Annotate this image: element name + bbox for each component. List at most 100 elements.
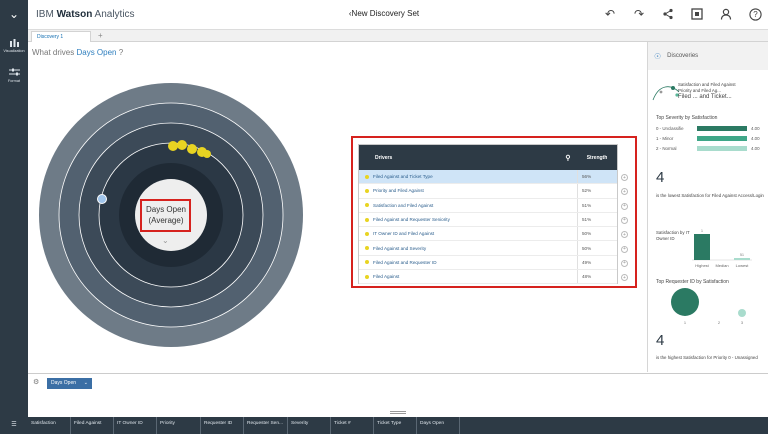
bar-label: 2 - Normal	[656, 146, 677, 151]
help-icon[interactable]: ?	[748, 7, 762, 21]
severity-bar-row[interactable]: 0 - Unclassifie 4.00	[656, 126, 760, 131]
bar-value: 4.00	[751, 126, 760, 131]
severity-card-title[interactable]: Top Severity by Satisfaction	[656, 115, 717, 121]
driver-name[interactable]: Filed Against and Severity	[373, 246, 577, 251]
left-sidebar: Visualization Format	[0, 30, 28, 434]
app-window: ⌄ IBM Watson Analytics ‹New Discovery Se…	[0, 0, 768, 434]
add-driver-button[interactable]: +	[621, 202, 628, 210]
driver-dot-icon	[365, 217, 369, 222]
column-item[interactable]: IT Owner ID	[114, 417, 157, 434]
bar-chart-icon	[9, 38, 19, 47]
table-row[interactable]: Filed Against and Requester ID 49%	[359, 255, 617, 271]
driver-name[interactable]: Filed Against and Requester ID	[373, 260, 577, 265]
column-item[interactable]: Days Open	[417, 417, 460, 434]
share-icon[interactable]	[661, 7, 675, 21]
user-icon[interactable]	[719, 7, 733, 21]
bar-value: 4.00	[751, 146, 760, 151]
question-prefix: What drives	[32, 48, 75, 57]
add-tab-button[interactable]: +	[98, 31, 103, 41]
bar-label: 1 - Minor	[656, 136, 674, 141]
discoveries-title: Discoveries	[667, 53, 699, 59]
tick-2: 2	[718, 321, 720, 325]
gear-icon[interactable]: ⚙	[33, 378, 39, 386]
highlight-center-box	[140, 199, 191, 232]
add-driver-button[interactable]: +	[621, 259, 628, 267]
column-item[interactable]: Filed Against	[71, 417, 114, 434]
table-row[interactable]: Filed Against and Ticket Type 56%	[359, 170, 617, 185]
driver-question: What drives Days Open ?	[32, 48, 123, 57]
table-row[interactable]: Filed Against and Requester Seniority 51%	[359, 212, 617, 228]
drivers-column-header[interactable]: Drivers	[359, 155, 559, 161]
driver-strength: 49%	[577, 255, 617, 270]
mini-network-chart[interactable]	[651, 80, 681, 102]
strength-column-header[interactable]: Strength	[577, 155, 617, 161]
add-driver-button[interactable]: +	[621, 245, 628, 253]
driver-node[interactable]	[203, 150, 211, 158]
table-row[interactable]: Satisfaction and Filed Against 51%	[359, 198, 617, 213]
column-pill[interactable]: Days Open ⌄	[47, 378, 92, 389]
table-row[interactable]: IT Owner ID and Filed Against 50%	[359, 227, 617, 242]
drivers-table-header: Drivers ⚲ Strength	[359, 145, 617, 170]
add-driver-button[interactable]: +	[621, 216, 628, 224]
add-driver-button[interactable]: +	[621, 231, 628, 239]
stat1-text: is the lowest Satisfaction for Filed Aga…	[656, 193, 764, 198]
question-help[interactable]: ?	[119, 48, 123, 57]
severity-bar-row[interactable]: 1 - Minor 4.00	[656, 136, 760, 141]
add-driver-button[interactable]: +	[621, 174, 628, 181]
driver-name[interactable]: Satisfaction and Filed Against	[373, 203, 577, 208]
lightbulb-icon: ☉	[654, 51, 662, 61]
sidebar-item-format[interactable]: Format	[0, 60, 28, 90]
column-item[interactable]: Requester ID	[201, 417, 244, 434]
mini-title-3: Filed ... and Ticket...	[678, 94, 732, 100]
driver-node[interactable]	[168, 141, 178, 151]
column-bar: ☰ Satisfaction Filed Against IT Owner ID Pr…	[0, 417, 768, 434]
driver-node[interactable]	[187, 144, 197, 154]
driver-name[interactable]: Priority and Filed Against	[373, 188, 577, 193]
column-item[interactable]: Priority	[157, 417, 201, 434]
driver-name[interactable]: Filed Against and Ticket Type	[373, 174, 577, 179]
svg-text:?: ?	[753, 10, 758, 19]
highlight-drivers-panel: Drivers ⚲ Strength Filed Against and Tic…	[351, 136, 637, 288]
satisfaction-owner-chart[interactable]: 1 51 Highest Median Lowest	[692, 225, 752, 269]
table-row[interactable]: Filed Against 48%	[359, 270, 617, 285]
chevron-down-icon[interactable]: ⌄	[84, 380, 88, 386]
bar-label: 0 - Unclassifie	[656, 126, 684, 131]
driver-strength: 50%	[577, 227, 617, 241]
add-driver-button[interactable]: +	[621, 188, 628, 196]
severity-bar-row[interactable]: 2 - Normal 4.00	[656, 146, 760, 151]
driver-name[interactable]: IT Owner ID and Filed Against	[373, 231, 577, 236]
column-item[interactable]: Ticket #	[331, 417, 374, 434]
resize-handle[interactable]	[390, 411, 406, 414]
add-driver-button[interactable]: +	[621, 274, 628, 282]
chevron-down-icon[interactable]: ⌄	[162, 236, 169, 245]
driver-node-single[interactable]	[97, 194, 107, 204]
sidebar-item-visualization[interactable]: Visualization	[0, 30, 28, 60]
driver-node[interactable]	[177, 140, 187, 150]
tick-3: 3	[741, 321, 743, 325]
tick-1: 1	[684, 321, 686, 325]
column-item[interactable]: Requester Sen...	[244, 417, 288, 434]
column-item[interactable]: Ticket Type	[374, 417, 417, 434]
search-icon[interactable]: ⚲	[559, 154, 577, 162]
top-bar: ⌄ IBM Watson Analytics ‹New Discovery Se…	[0, 0, 768, 30]
redo-icon[interactable]: ↷	[632, 7, 646, 21]
requester-card-title[interactable]: Top Requester ID by Satisfaction	[656, 279, 729, 285]
discoveries-panel: ☉ Discoveries Satisfaction and Filed Aga…	[647, 42, 768, 372]
column-item[interactable]: Severity	[288, 417, 331, 434]
stat1-number: 4	[656, 169, 665, 186]
table-row[interactable]: Priority and Filed Against 52%	[359, 184, 617, 199]
undo-icon[interactable]: ↶	[603, 7, 617, 21]
question-metric[interactable]: Days Open	[76, 48, 116, 57]
driver-name[interactable]: Filed Against	[373, 274, 577, 279]
driver-name[interactable]: Filed Against and Requester Seniority	[373, 217, 577, 222]
driver-dot-icon	[365, 174, 369, 179]
filter-icon[interactable]: ☰	[0, 417, 28, 434]
column-item[interactable]: Satisfaction	[28, 417, 71, 434]
save-icon[interactable]	[690, 7, 704, 21]
bar-fill	[697, 146, 747, 151]
driver-dot-icon	[365, 246, 369, 251]
tab-discovery-1[interactable]: Discovery 1	[31, 31, 91, 42]
table-row[interactable]: Filed Against and Severity 50%	[359, 241, 617, 256]
driver-dot-icon	[365, 260, 369, 265]
requester-bubble-chart[interactable]: 1 2 3	[656, 286, 766, 326]
